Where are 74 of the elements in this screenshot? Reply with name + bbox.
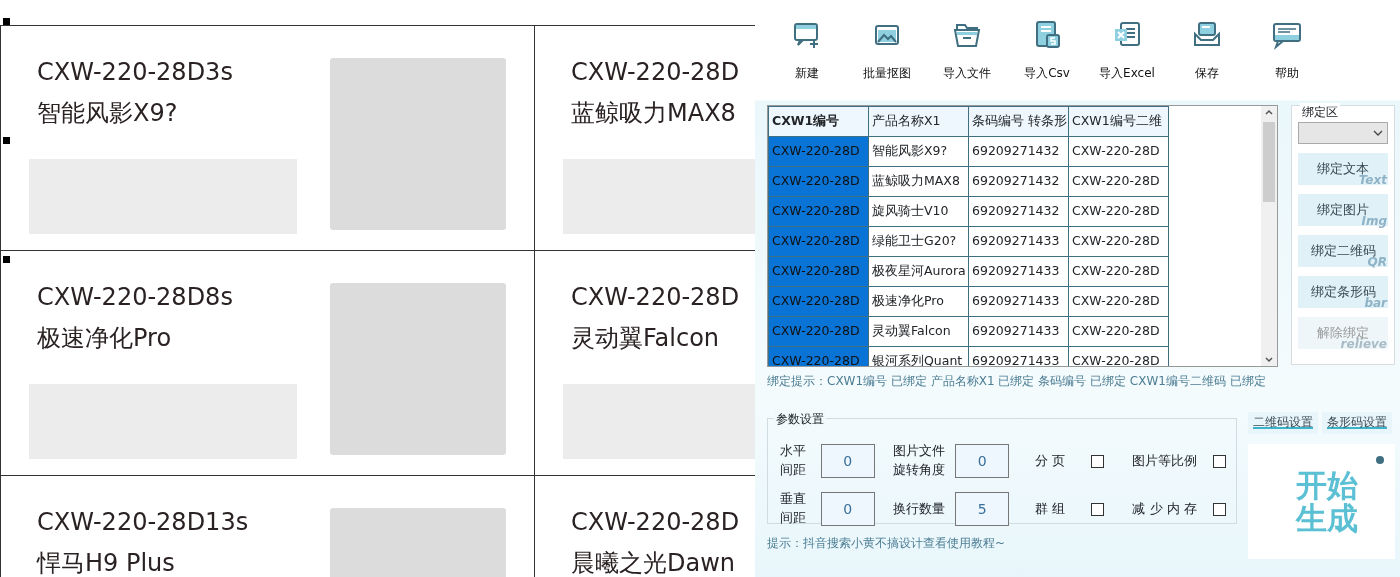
table-cell: 69209271433 [968, 316, 1069, 347]
toolbar-button[interactable]: 导入Excel [1087, 0, 1167, 100]
table-cell: CXW-220-28D [1068, 166, 1169, 197]
table-cell: CXW-220-28D [1068, 286, 1169, 317]
panel-title: 参数设置 [774, 410, 826, 428]
column-header[interactable]: CXW1编号 [768, 106, 869, 137]
field-label: 垂直间距 [780, 490, 807, 527]
tip-text: 提示：抖音搜索小黄不搞设计查看使用教程~ [767, 535, 1007, 552]
label-code: CXW-220-28D3s [37, 58, 234, 87]
table-cell: 极速净化Pro [868, 286, 969, 317]
toolbar-button[interactable]: 帮助 [1247, 0, 1327, 100]
checkbox-label: 减 少 内 存 [1132, 500, 1197, 519]
toolbar-button[interactable]: 保存 [1167, 0, 1247, 100]
settings-link-button[interactable]: 条形码设置 [1322, 412, 1392, 434]
toolbar-button[interactable]: 新建 [767, 0, 847, 100]
field-label: 图片文件旋转角度 [892, 442, 946, 479]
label-code: CXW-220-28D8s [37, 283, 234, 312]
column-header[interactable]: 产品名称X1 [868, 106, 969, 137]
table-cell: 69209271432 [968, 196, 1069, 227]
table-cell: CXW-220-28D [768, 226, 869, 257]
bind-button[interactable]: bar 绑定条形码 [1298, 276, 1388, 308]
label-name: 蓝鲸吸力MAX8 [571, 98, 737, 128]
toolbar-button[interactable]: 批量抠图 [847, 0, 927, 100]
binding-hint: 绑定提示：CXW1编号 已绑定 产品名称X1 已绑定 条码编号 已绑定 CXW1编号二维码 已绑定 [767, 373, 1267, 390]
field-label: 水平间距 [780, 442, 807, 479]
table-cell: CXW-220-28D [768, 316, 869, 347]
label-code: CXW-220-28D13s [37, 508, 250, 537]
table-cell: CXW-220-28D [1068, 226, 1169, 257]
number-field[interactable]: 0 [820, 444, 875, 478]
checkbox-label: 图片等比例 [1132, 452, 1198, 471]
table-cell: 蓝鲸吸力MAX8 [868, 166, 969, 197]
label-code: CXW-220-28D [571, 508, 741, 537]
table-cell: 旋风骑士V10 [868, 196, 969, 227]
checkbox-label: 分 页 [1035, 452, 1066, 471]
table-cell: 智能风影X9? [868, 136, 969, 167]
table-cell: CXW-220-28D [768, 286, 869, 317]
table-cell: CXW-220-28D [1068, 316, 1169, 347]
label-code: CXW-220-28D [571, 58, 741, 87]
table-cell: CXW-220-28D [768, 196, 869, 227]
table-cell: CXW-220-28D [1068, 136, 1169, 167]
column-header[interactable]: CXW1编号二维 [1068, 106, 1169, 137]
label-name: 悍马H9 Plus [37, 548, 176, 577]
table-cell: CXW-220-28D [1068, 196, 1169, 227]
table-cell: 69209271433 [968, 256, 1069, 287]
table-cell: 69209271433 [968, 286, 1069, 317]
table-cell: CXW-220-28D [768, 136, 869, 167]
bind-button[interactable]: Img 绑定图片 [1298, 194, 1388, 226]
number-field[interactable]: 5 [955, 492, 1010, 526]
table-cell: CXW-220-28D [768, 166, 869, 197]
field-label: 换行数量 [892, 499, 946, 518]
label-code: CXW-220-28D [571, 283, 741, 312]
number-field[interactable]: 0 [955, 444, 1010, 478]
table-cell: 69209271432 [968, 136, 1069, 167]
label-name: 极速净化Pro [37, 323, 173, 353]
table-cell: 69209271433 [968, 226, 1069, 257]
toolbar-button[interactable]: 导入Csv [1007, 0, 1087, 100]
number-field[interactable]: 0 [820, 492, 875, 526]
table-cell: CXW-220-28D [1068, 256, 1169, 287]
table-cell: 绿能卫士G20? [868, 226, 969, 257]
table-cell: 69209271432 [968, 166, 1069, 197]
table-cell: 灵动翼Falcon [868, 316, 969, 347]
label-name: 晨曦之光Dawn [571, 548, 737, 577]
bind-button[interactable]: QR 绑定二维码 [1298, 235, 1388, 267]
table-cell: CXW-220-28D [768, 346, 869, 366]
table-cell: 极夜星河Aurora [868, 256, 969, 287]
column-header[interactable]: 条码编号 转条形 [968, 106, 1069, 137]
panel-title: 绑定区 [1300, 103, 1340, 121]
checkbox-label: 群 组 [1035, 500, 1066, 519]
label-name: 灵动翼Falcon [571, 323, 721, 353]
bind-button[interactable]: Text 绑定文本 [1298, 153, 1388, 185]
table-cell: CXW-220-28D [768, 256, 869, 287]
label-name: 智能风影X9? [37, 98, 179, 128]
toolbar-button[interactable]: 导入文件 [927, 0, 1007, 100]
settings-link-button[interactable]: 二维码设置 [1248, 412, 1318, 434]
